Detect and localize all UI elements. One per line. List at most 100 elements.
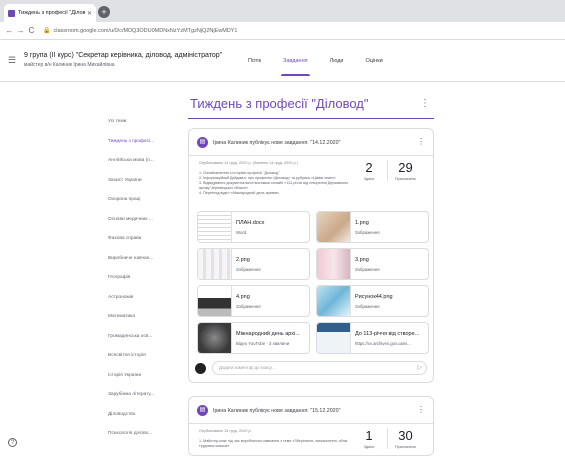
attachment-type: Зображення [236,304,261,309]
turned-in-label: Здано [363,177,375,181]
description-line: трудових книжок». [199,444,231,448]
sidebar-item-english[interactable]: Англійська мова (п... [108,151,180,171]
sidebar-item-medical[interactable]: Основи медичних ... [108,210,180,230]
sidebar-item-practical-training[interactable]: Виробниче навчан... [108,249,180,269]
attachment-youtube-video[interactable]: Міжнародний день архі... Відео YouTube ·… [197,322,310,354]
attachment-type: https://cv.archives.gov.ua/vi... [355,341,411,346]
assignment-card: ▤ Ірина Калиник публікує нове завдання: … [188,128,434,383]
more-options-icon[interactable]: ⋮ [417,405,425,414]
classroom-favicon-icon [8,9,15,17]
comment-placeholder: Додати коментар до класу... [219,365,275,370]
assignment-card: ▤ Ірина Калиник публікує нове завдання: … [188,396,434,456]
tab-people[interactable]: Люди [330,58,344,76]
turned-in-stat[interactable]: 2 Здано [351,160,387,181]
class-title[interactable]: 9 група (ІІ курс) "Секретар керівника, д… [24,52,222,59]
assignment-icon: ▤ [197,405,208,416]
assigned-stat[interactable]: 30 Призначено [387,428,423,449]
forward-icon[interactable]: → [15,26,26,35]
assignment-stats: 1 Здано 30 Призначено [351,428,423,449]
attachment-type: Word [236,230,247,235]
tab-grades[interactable]: Оцінки [366,58,383,76]
close-tab-icon[interactable]: ✕ [87,10,92,17]
help-icon[interactable]: ? [8,438,17,447]
attachment-image44-png[interactable]: Рисунок44.png Зображення [316,285,429,317]
sidebar-item-defense[interactable]: Захист України [108,171,180,191]
browser-tab[interactable]: Тиждень з професії "Діловод" ✕ [4,4,96,22]
more-options-icon[interactable]: ⋮ [417,137,425,146]
class-comment-row: Додати коментар до класу... ▷ [195,359,427,377]
sidebar-item-foreign-literature[interactable]: Зарубіжна літерату... [108,385,180,405]
attachment-type: Зображення [236,267,261,272]
sidebar-item-psychology[interactable]: Психологія ділово... [108,424,180,444]
attachment-type: Зображення [355,230,380,235]
attachment-3-png[interactable]: 3.png Зображення [316,248,429,280]
document-thumbnail [198,212,232,242]
address-bar[interactable]: 🔒 classroom.google.com/u/0/c/MDQ3ODU0MDN… [43,27,238,35]
topic-divider [188,118,434,119]
avatar [195,362,206,374]
sidebar-item-professional[interactable]: Фахова справа [108,229,180,249]
topic-more-icon[interactable]: ⋮ [420,98,430,109]
browser-tab-title: Тиждень з професії "Діловод" [18,10,85,16]
posted-date: Опубліковано 14 груд. 2020 р. (Змінено 1… [199,161,298,165]
class-nav-tabs: Потік Завдання Люди Оцінки [248,58,405,76]
attachment-4-png[interactable]: 4.png Зображення [197,285,310,317]
assigned-count: 29 [398,160,413,175]
assignment-icon: ▤ [197,137,208,148]
assignment-description: 1. Ознайомлення з історією професії "Діл… [199,171,349,196]
image-thumbnail [317,212,351,242]
attachment-2-png[interactable]: 2.png Зображення [197,248,310,280]
assignment-header[interactable]: ▤ Ірина Калиник публікує нове завдання: … [197,405,340,416]
tab-stream[interactable]: Потік [248,58,261,76]
video-thumbnail [198,323,232,353]
sidebar-item-all-topics[interactable]: Усі теми [108,112,180,132]
assigned-label: Призначено [394,445,417,449]
new-tab-button[interactable]: + [98,6,110,18]
send-icon[interactable]: ▷ [417,362,422,374]
assignment-header[interactable]: ▤ Ірина Калиник публікує нове завдання: … [197,137,340,148]
reload-icon[interactable]: C [26,26,37,35]
menu-icon[interactable]: ☰ [8,55,16,66]
sidebar-item-math[interactable]: Математика [108,307,180,327]
attachment-name: Рисунок44.png [355,294,393,300]
attachment-name: ПЛАН.docx [236,220,265,226]
turned-in-stat[interactable]: 1 Здано [351,428,387,449]
attachment-1-png[interactable]: 1.png Зображення [316,211,429,243]
sidebar-item-ukraine-history[interactable]: Історія України [108,366,180,386]
attachment-type: Зображення [355,267,380,272]
attachment-plan-docx[interactable]: ПЛАН.docx Word [197,211,310,243]
assigned-stat[interactable]: 29 Призначено [387,160,423,181]
image-thumbnail [317,286,351,316]
turned-in-label: Здано [363,445,375,449]
assignment-title: Ірина Калиник публікує нове завдання: "1… [213,407,341,414]
sidebar-item-profession-week[interactable]: Тиждень з професі... [108,132,180,152]
sidebar-item-world-history[interactable]: Всесвітня історія [108,346,180,366]
attachment-name: 2.png [236,257,250,263]
attachment-type: Зображення [355,304,380,309]
sidebar-item-geography[interactable]: Географія [108,268,180,288]
sidebar-item-labor-safety[interactable]: Охорона праці [108,190,180,210]
attachment-name: 3.png [355,257,369,263]
sidebar-item-astronomy[interactable]: Астрономія [108,288,180,308]
assignment-description: 1. Майстер-клас під час виробничого навч… [199,439,349,449]
class-comment-input[interactable]: Додати коментар до класу... ▷ [212,361,427,375]
attachment-type: Відео YouTube · 3 хвилини [236,341,290,346]
attachment-archive-link[interactable]: До 113-річчя від створе... https://cv.ar… [316,322,429,354]
sidebar-item-civic[interactable]: Громадянська осв... [108,327,180,347]
topic-title: Тиждень з професії "Діловод" [190,96,369,111]
image-thumbnail [198,249,232,279]
sidebar-item-records[interactable]: Діловодство [108,405,180,425]
image-thumbnail [198,286,232,316]
tab-classwork[interactable]: Завдання [281,58,310,76]
description-line: 3. Відвідування документальної виставки … [199,181,349,190]
turned-in-count: 1 [365,428,373,443]
attachment-name: До 113-річчя від створе... [355,331,420,337]
description-line: 4. Перегляд відео «Міжнародний день архі… [199,191,281,195]
url-text: classroom.google.com/u/0/c/MDQ3ODU0MDNxN… [53,27,238,34]
topics-sidebar: Усі теми Тиждень з професі... Англійська… [108,112,180,444]
card-divider [189,423,433,424]
classroom-header: ☰ 9 група (ІІ курс) "Секретар керівника,… [0,40,565,82]
back-icon[interactable]: ← [4,26,15,35]
turned-in-count: 2 [365,160,373,175]
assigned-label: Призначено [394,177,417,181]
